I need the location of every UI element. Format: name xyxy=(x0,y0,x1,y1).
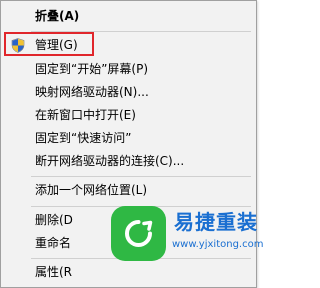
menu-item-open-new-window[interactable]: 在新窗口中打开(E) xyxy=(1,103,256,127)
watermark-logo-icon xyxy=(111,206,166,261)
menu-item-properties[interactable]: 属性(R xyxy=(1,260,256,284)
watermark-title: 易捷重装 xyxy=(174,210,258,234)
menu-item-map-drive[interactable]: 映射网络驱动器(N)... xyxy=(1,80,256,104)
menu-item-label: 重命名 xyxy=(35,236,72,250)
menu-item-label: 在新窗口中打开(E) xyxy=(35,108,136,122)
menu-item-collapse[interactable]: 折叠(A) xyxy=(1,4,256,28)
menu-item-label: 固定到“快速访问” xyxy=(35,131,132,145)
menu-item-label: 断开网络驱动器的连接(C)... xyxy=(35,154,185,168)
menu-item-label: 折叠(A) xyxy=(35,9,80,23)
watermark-logo-ring-icon xyxy=(125,220,153,247)
menu-item-pin-quick-access[interactable]: 固定到“快速访问” xyxy=(1,126,256,150)
menu-item-pin-start[interactable]: 固定到“开始”屏幕(P) xyxy=(1,57,256,81)
menu-item-label: 添加一个网络位置(L) xyxy=(35,183,148,197)
menu-separator xyxy=(31,176,251,177)
watermark-url: www.yjxitong.com xyxy=(172,239,264,250)
menu-item-label: 属性(R xyxy=(35,265,73,279)
menu-item-disconnect-drive[interactable]: 断开网络驱动器的连接(C)... xyxy=(1,149,256,173)
menu-item-label: 映射网络驱动器(N)... xyxy=(35,85,149,99)
menu-item-label: 删除(D xyxy=(35,213,73,227)
menu-item-label: 固定到“开始”屏幕(P) xyxy=(35,62,149,76)
menu-item-add-network-location[interactable]: 添加一个网络位置(L) xyxy=(1,178,256,202)
highlight-annotation xyxy=(4,32,94,56)
